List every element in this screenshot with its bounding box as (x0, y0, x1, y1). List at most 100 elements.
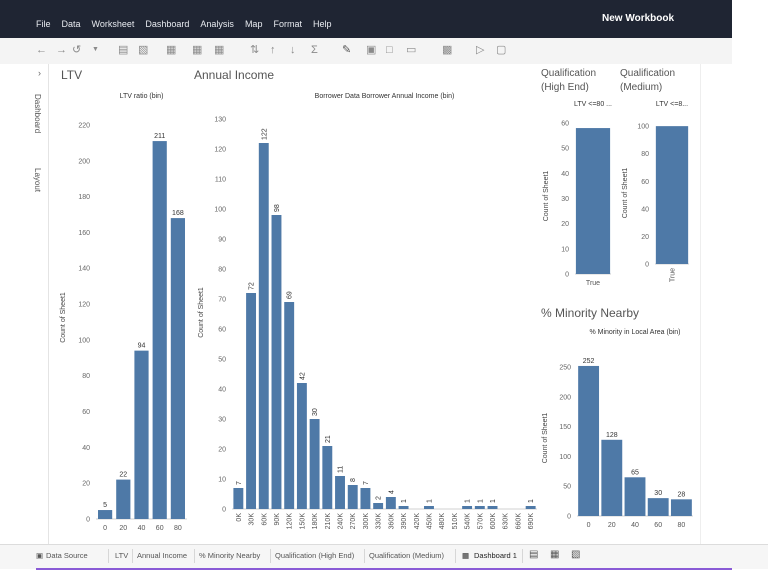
new-story-icon[interactable]: ▧ (571, 549, 580, 560)
qual_high-y-tick-label: 20 (561, 221, 569, 228)
save-icon[interactable]: ▤ (118, 43, 128, 57)
income-data-label: 8 (350, 478, 357, 482)
group-icon[interactable]: ▣ (366, 43, 376, 57)
dashboard-canvas: LTV Annual Income Qualification (High En… (49, 64, 732, 544)
income-bar (474, 506, 485, 509)
income-y-tick-label: 110 (215, 177, 226, 184)
income-data-label: 1 (477, 499, 484, 503)
menu-map[interactable]: Map (245, 19, 263, 29)
ltv-y-tick-label: 220 (78, 122, 90, 129)
ltv-bar (98, 510, 113, 519)
qual_high-y-tick-label: 0 (565, 272, 569, 279)
fit-icon[interactable]: ▭ (406, 43, 416, 57)
highlight-icon[interactable]: ✎ (342, 43, 351, 57)
sort-descending-icon[interactable]: ↓ (290, 43, 296, 57)
minority-y-tick-label: 100 (559, 454, 571, 461)
labels-icon[interactable]: □ (386, 43, 393, 57)
income-x-tick-label: 330K (376, 513, 383, 530)
qual_medium-chart-title: LTV <=8... (656, 101, 688, 108)
income-x-tick-label: 360K (388, 513, 395, 530)
ltv-y-tick-label: 100 (78, 337, 90, 344)
collapse-arrow-icon[interactable]: › (38, 68, 41, 78)
income-x-tick-label: 180K (312, 513, 319, 530)
new-datasource-icon[interactable]: ▧ (138, 43, 148, 57)
back-arrow-icon[interactable]: ← (36, 43, 47, 57)
income-bar (258, 143, 269, 509)
presentation-icon[interactable]: ▷ (476, 43, 484, 57)
menu-worksheet[interactable]: Worksheet (92, 19, 135, 29)
new-dashboard-icon[interactable]: ▦ (550, 549, 559, 560)
share-icon[interactable]: ▢ (496, 43, 506, 57)
qual_high-x-tick-label: True (586, 280, 600, 287)
sort-ascending-icon[interactable]: ↑ (270, 43, 276, 57)
income-x-tick-label: 30K (249, 513, 256, 526)
menu-dashboard[interactable]: Dashboard (145, 19, 189, 29)
duplicate-sheet-icon[interactable]: ▦ (192, 43, 202, 57)
dropdown-icon[interactable]: ▼ (92, 43, 99, 57)
income-x-tick-label: 570K (477, 513, 484, 530)
forward-arrow-icon[interactable]: → (56, 43, 67, 57)
qual_high-y-tick-label: 50 (561, 146, 569, 153)
tab-qualification-medium[interactable]: Qualification (Medium) (369, 551, 444, 560)
tab-dashboard-1[interactable]: Dashboard 1 (474, 551, 517, 560)
qual_high-y-tick-label: 30 (561, 196, 569, 203)
qual_high-y-axis-label: Count of Sheet1 (543, 171, 550, 222)
income-bar (322, 446, 333, 509)
toolbar: ← → ↺ ▼ ▤ ▧ ▦ ▦ ▦ ⇅ ↑ ↓ Σ ✎ ▣ □ ▭ ▩ ▷ ▢ (0, 38, 732, 65)
menu-file[interactable]: File (36, 19, 51, 29)
show-cards-icon[interactable]: ▩ (442, 43, 452, 57)
income-x-tick-label: 480K (439, 513, 446, 530)
ltv-data-label: 22 (119, 472, 127, 479)
tab-divider (108, 549, 109, 563)
swap-icon[interactable]: ⇅ (250, 43, 259, 57)
minority-x-tick-label: 40 (631, 522, 639, 529)
minority-y-axis-label: Count of Sheet1 (542, 413, 549, 464)
tab-minority-nearby[interactable]: % Minority Nearby (199, 551, 260, 560)
income-x-tick-label: 150K (299, 513, 306, 530)
ltv-x-tick-label: 20 (119, 525, 127, 532)
dashboard-panel-tab[interactable]: Dashboard (33, 94, 42, 133)
income-bar (284, 302, 295, 509)
clear-sheet-icon[interactable]: ▦ (214, 43, 224, 57)
income-x-tick-label: 660K (515, 513, 522, 530)
minority-x-tick-label: 60 (654, 522, 662, 529)
minority-y-tick-label: 150 (559, 424, 571, 431)
income-y-tick-label: 30 (218, 417, 226, 424)
income-bar (233, 488, 244, 509)
ltv-y-axis-label: Count of Sheet1 (60, 292, 67, 343)
tab-divider (132, 549, 133, 563)
ltv-bar (134, 350, 149, 519)
income-y-tick-label: 90 (218, 237, 226, 244)
income-data-label: 1 (401, 499, 408, 503)
qual_medium-y-tick-label: 20 (641, 234, 649, 241)
ltv-x-tick-label: 60 (156, 525, 164, 532)
income-bar (385, 497, 396, 509)
new-sheet-icon[interactable]: ▦ (166, 43, 176, 57)
menu-bar: File Data Worksheet Dashboard Analysis M… (36, 19, 342, 29)
minority-bar (624, 477, 646, 516)
layout-panel-tab[interactable]: Layout (33, 168, 42, 192)
totals-icon[interactable]: Σ (311, 43, 318, 57)
menu-analysis[interactable]: Analysis (200, 19, 234, 29)
ltv-y-tick-label: 20 (82, 481, 90, 488)
undo-menu-icon[interactable]: ↺ (72, 43, 81, 57)
tab-annual-income[interactable]: Annual Income (137, 551, 187, 560)
minority-chart-title: % Minority in Local Area (bin) (589, 329, 680, 336)
menu-data[interactable]: Data (62, 19, 81, 29)
title-bar: File Data Worksheet Dashboard Analysis M… (0, 0, 732, 38)
income-data-label: 1 (465, 499, 472, 503)
income-y-tick-label: 10 (218, 477, 226, 484)
new-worksheet-icon[interactable]: ▤ (529, 549, 538, 560)
menu-format[interactable]: Format (273, 19, 302, 29)
ltv-y-tick-label: 60 (82, 409, 90, 416)
menu-help[interactable]: Help (313, 19, 332, 29)
income-y-tick-label: 130 (214, 117, 226, 124)
income-bar (246, 293, 257, 509)
tab-ltv[interactable]: LTV (115, 551, 128, 560)
income-bar (424, 506, 434, 509)
dashboard-tab-icon: ▦ (462, 551, 470, 560)
minority-data-label: 30 (654, 490, 662, 497)
ltv-y-tick-label: 160 (78, 230, 90, 237)
tab-qualification-high-end[interactable]: Qualification (High End) (275, 551, 354, 560)
tab-data-source[interactable]: Data Source (46, 551, 88, 560)
